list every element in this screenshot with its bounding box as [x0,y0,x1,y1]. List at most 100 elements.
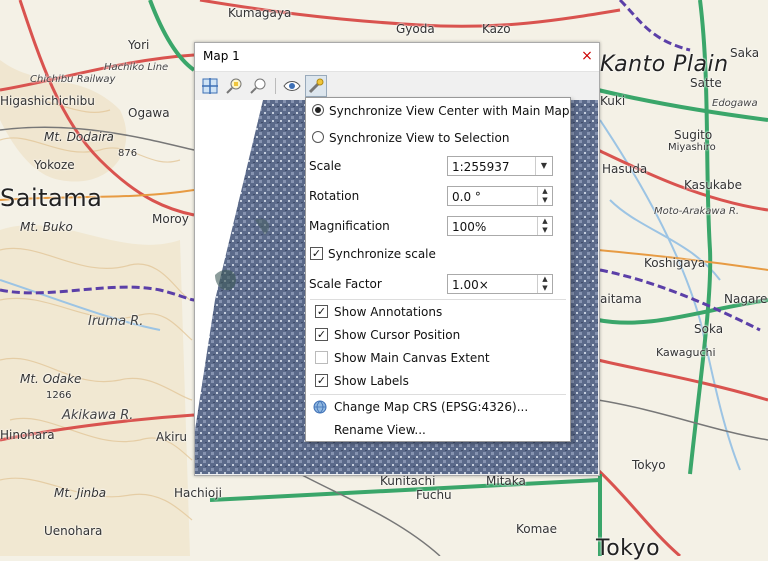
map-label-uenohara: Uenohara [44,524,103,538]
toolbar-separator [275,78,276,94]
map-label-tokyo: Tokyo [632,458,666,472]
map-label-koshigaya: Koshigaya [644,256,706,270]
zoom-full-button[interactable] [199,75,221,97]
map-label-saitama-city: aitama [600,292,642,306]
zoom-layer-icon [250,78,266,94]
rotation-spinbox[interactable]: 0.0 ° ▲ ▼ [447,186,553,206]
map-label-sakai: Saka [730,46,760,60]
map-label-mt-dodaira: Mt. Dodaira [44,130,114,144]
map-label-sugito: Sugito [674,128,713,142]
map-label-kanto-plain: Kanto Plain [600,52,729,77]
magnification-label: Magnification [309,219,390,233]
map-label-hachioji: Hachioji [174,486,222,500]
rename-view-label: Rename View... [334,423,426,437]
rename-view-item[interactable]: Rename View... [306,419,570,441]
menu-separator [310,394,566,395]
scale-factor-spinbox[interactable]: 1.00× ▲ ▼ [447,274,553,294]
map-label-kunitachi: Kunitachi [380,474,436,488]
map-label-iruma-river: Iruma R. [88,314,144,329]
scale-row: Scale 1:255937 ▼ [306,155,570,177]
map-label-gyoda: Gyoda [396,22,435,36]
show-annotations-label: Show Annotations [334,305,443,319]
map-label-edogawa: Edogawa [712,98,758,109]
magnification-spinbox[interactable]: 100% ▲ ▼ [447,216,553,236]
rotation-value: 0.0 ° [452,190,481,204]
zoom-full-icon [202,78,218,94]
rotation-row: Rotation 0.0 ° ▲ ▼ [306,185,570,207]
zoom-selection-icon [226,78,242,94]
map-label-kawaguchi: Kawaguchi [656,346,716,359]
sync-center-radio[interactable] [312,104,324,116]
map-label-akiru: Akiru [156,430,188,444]
map-label-satte: Satte [690,76,722,90]
map-label-yokoze: Yokoze [34,158,75,172]
view-settings-button[interactable] [305,75,327,97]
rotation-label: Rotation [309,189,360,203]
map-label-tokyo-big: Tokyo [596,536,661,561]
spin-arrows-icon[interactable]: ▲ ▼ [537,187,552,205]
map-label-kazo: Kazo [482,22,511,36]
chevron-down-icon[interactable]: ▼ [535,157,552,175]
magnification-value: 100% [452,220,487,234]
map-label-nagare: Nagare [724,292,768,306]
map-label-chichibu-railway: Chichibu Railway [30,74,116,85]
show-cursor-checkbox[interactable]: ✓ [315,328,328,341]
sync-selection-label: Synchronize View to Selection [329,131,510,145]
map-label-mt-jinba: Mt. Jinba [54,486,107,500]
change-crs-item[interactable]: Change Map CRS (EPSG:4326)... [306,396,570,418]
map-label-mt-odake: Mt. Odake [20,372,82,386]
window-title: Map 1 [203,49,240,63]
spin-arrows-icon[interactable]: ▲ ▼ [537,217,552,235]
map-label-kuki: Kuki [600,94,626,108]
map-label-hasuda: Hasuda [602,162,648,176]
view-settings-menu: Synchronize View Center with Main Map Sy… [305,97,571,442]
map-label-miyashiro: Miyashiro [668,142,716,153]
magnification-row: Magnification 100% ▲ ▼ [306,215,570,237]
scale-combobox[interactable]: 1:255937 ▼ [447,156,553,176]
map-label-moroyama: Moroy [152,212,189,226]
view-theme-button[interactable] [281,75,303,97]
map-view-toolbar [195,72,598,100]
change-crs-label: Change Map CRS (EPSG:4326)... [334,400,529,414]
map-label-elev-1266: 1266 [46,390,72,401]
spin-arrows-icon[interactable]: ▲ ▼ [537,275,552,293]
zoom-to-selection-button[interactable] [223,75,245,97]
wrench-icon [308,78,324,94]
sync-selection-option[interactable]: Synchronize View to Selection [306,127,570,149]
map-label-mt-buko: Mt. Buko [20,220,73,234]
show-extent-checkbox[interactable] [315,351,328,364]
show-extent-option[interactable]: Show Main Canvas Extent [306,347,570,369]
menu-separator [310,299,566,300]
close-button[interactable]: × [579,48,595,64]
zoom-to-layer-button[interactable] [247,75,269,97]
sync-scale-checkbox[interactable]: ✓ [310,247,323,260]
scale-label: Scale [309,159,342,173]
eye-icon [283,81,301,91]
sync-scale-option[interactable]: ✓ Synchronize scale [306,243,570,265]
map-label-hachiko-line: Hachiko Line [104,62,169,73]
sync-scale-label: Synchronize scale [328,247,436,261]
map-label-moto-arakawa: Moto-Arakawa R. [654,206,740,217]
show-labels-option[interactable]: ✓ Show Labels [306,370,570,392]
map-label-akikawa-river: Akikawa R. [62,408,134,423]
scale-factor-value: 1.00× [452,278,489,292]
show-cursor-option[interactable]: ✓ Show Cursor Position [306,324,570,346]
show-annotations-option[interactable]: ✓ Show Annotations [306,301,570,323]
show-cursor-label: Show Cursor Position [334,328,461,342]
globe-icon [313,400,327,414]
show-extent-label: Show Main Canvas Extent [334,351,490,365]
map-label-kasukabe: Kasukabe [684,178,742,192]
map-label-elev-876: 876 [118,148,138,159]
show-annotations-checkbox[interactable]: ✓ [315,305,328,318]
sync-selection-radio[interactable] [312,131,324,143]
map-label-kumagaya: Kumagaya [228,6,292,20]
map-label-ogawa: Ogawa [128,106,170,120]
scale-value: 1:255937 [452,160,510,174]
map-label-hinohara: Hinohara [0,428,55,442]
map-label-saitama: Saitama [0,184,103,212]
sync-center-option[interactable]: Synchronize View Center with Main Map [306,100,570,122]
show-labels-checkbox[interactable]: ✓ [315,374,328,387]
show-labels-label: Show Labels [334,374,409,388]
map-label-higashichichibu: Higashichichibu [0,94,95,108]
window-titlebar[interactable]: Map 1 × [195,43,599,72]
